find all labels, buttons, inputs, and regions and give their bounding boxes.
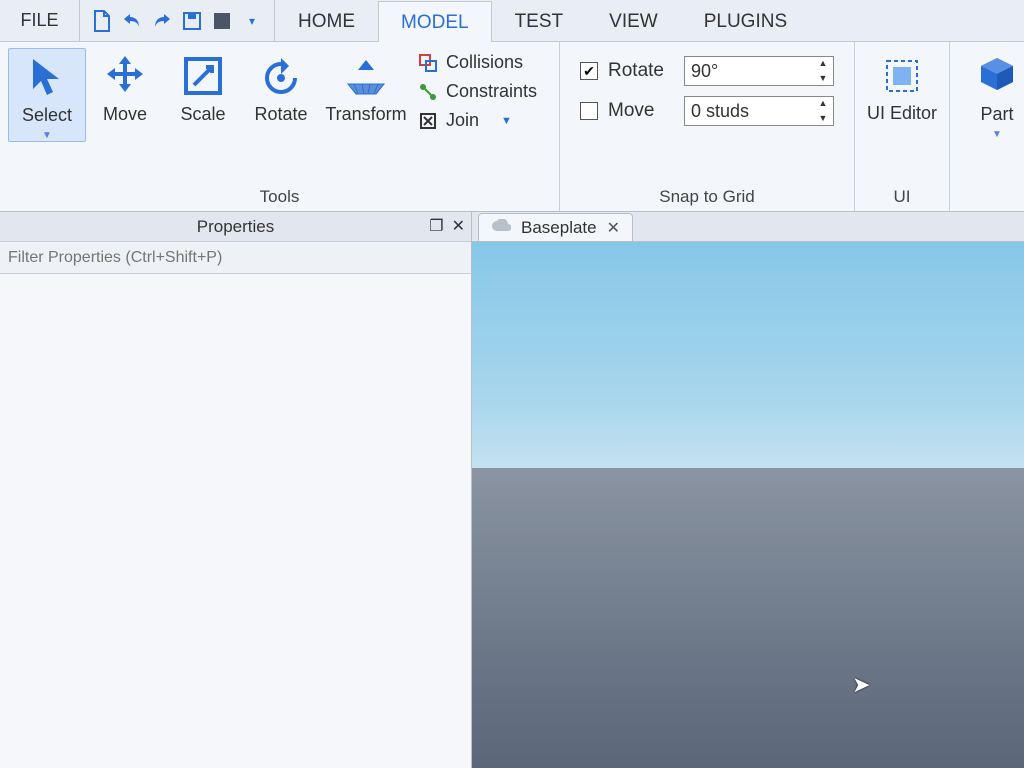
ui-editor-button[interactable]: UI Editor xyxy=(863,48,941,124)
rotate-snap-label: Rotate xyxy=(608,60,674,82)
transform-label: Transform xyxy=(325,104,406,125)
stop-icon[interactable] xyxy=(210,9,234,33)
undock-icon[interactable]: ❐ xyxy=(429,216,443,236)
collisions-label: Collisions xyxy=(446,52,523,73)
scale-tool-button[interactable]: Scale xyxy=(164,48,242,125)
join-toggle[interactable]: Join ▼ xyxy=(418,110,537,131)
cloud-icon xyxy=(491,218,511,238)
quick-access-toolbar: ▾ xyxy=(80,0,275,41)
cursor-icon xyxy=(23,53,71,101)
move-snap-checkbox[interactable] xyxy=(580,102,598,120)
undo-icon[interactable] xyxy=(120,9,144,33)
close-icon[interactable]: ✕ xyxy=(452,216,465,236)
viewport-area: Baseplate ✕ ➤ xyxy=(472,212,1024,768)
tab-model[interactable]: MODEL xyxy=(378,1,492,42)
work-area: Properties ❐ ✕ Baseplate ✕ xyxy=(0,212,1024,768)
part-label: Part xyxy=(980,104,1013,125)
constraints-icon xyxy=(418,82,438,102)
move-icon xyxy=(101,52,149,100)
top-bar: FILE ▾ HOME MODEL TEST VIEW PLUGIN xyxy=(0,0,1024,42)
spin-down-icon[interactable]: ▼ xyxy=(815,114,831,123)
tab-plugins[interactable]: PLUGINS xyxy=(681,0,810,41)
rotate-snap-value: 90° xyxy=(691,61,718,82)
close-icon[interactable]: ✕ xyxy=(607,218,620,238)
select-label: Select xyxy=(22,105,72,126)
scale-icon xyxy=(179,52,227,100)
move-snap-row: Move 0 studs ▲ ▼ xyxy=(580,96,834,126)
spin-up-icon[interactable]: ▲ xyxy=(815,59,831,68)
move-tool-button[interactable]: Move xyxy=(86,48,164,125)
rotate-label: Rotate xyxy=(254,104,307,125)
join-icon xyxy=(418,111,438,131)
chevron-down-icon: ▼ xyxy=(42,130,52,141)
transform-icon xyxy=(342,52,390,100)
ribbon-group-tools: Select ▼ Move Scale xyxy=(0,42,560,211)
select-tool-button[interactable]: Select ▼ xyxy=(8,48,86,142)
properties-filter-input[interactable] xyxy=(8,249,463,267)
rotate-tool-button[interactable]: Rotate xyxy=(242,48,320,125)
ui-editor-label: UI Editor xyxy=(867,104,937,124)
ribbon-group-snap: ✔ Rotate 90° ▲ ▼ Move 0 studs ▲ ▼ xyxy=(560,42,855,211)
transform-tool-button[interactable]: Transform xyxy=(320,48,412,125)
viewport-tab-baseplate[interactable]: Baseplate ✕ xyxy=(478,213,633,241)
spin-down-icon[interactable]: ▼ xyxy=(815,74,831,83)
collisions-toggle[interactable]: Collisions xyxy=(418,52,537,73)
move-snap-label: Move xyxy=(608,100,674,122)
spin-up-icon[interactable]: ▲ xyxy=(815,99,831,108)
collisions-icon xyxy=(418,53,438,73)
tools-group-label: Tools xyxy=(8,183,551,209)
app-window: FILE ▾ HOME MODEL TEST VIEW PLUGIN xyxy=(0,0,1024,768)
move-snap-value: 0 studs xyxy=(691,101,749,122)
scale-label: Scale xyxy=(180,104,225,125)
viewport-tabs: Baseplate ✕ xyxy=(472,212,1024,242)
constraints-label: Constraints xyxy=(446,81,537,102)
properties-titlebar: Properties ❐ ✕ xyxy=(0,212,471,242)
chevron-down-icon: ▼ xyxy=(992,129,1002,140)
part-icon xyxy=(973,52,1021,100)
tab-test[interactable]: TEST xyxy=(492,0,587,41)
rotate-icon xyxy=(257,52,305,100)
viewport-baseplate xyxy=(472,468,1024,768)
qat-dropdown-icon[interactable]: ▾ xyxy=(240,9,264,33)
viewport-3d[interactable]: ➤ xyxy=(472,242,1024,768)
save-icon[interactable] xyxy=(180,9,204,33)
redo-icon[interactable] xyxy=(150,9,174,33)
tab-view[interactable]: VIEW xyxy=(586,0,681,41)
ribbon: Select ▼ Move Scale xyxy=(0,42,1024,212)
ribbon-tabs: HOME MODEL TEST VIEW PLUGINS xyxy=(275,0,810,41)
tab-home[interactable]: HOME xyxy=(275,0,378,41)
properties-panel: Properties ❐ ✕ xyxy=(0,212,472,768)
join-label: Join xyxy=(446,110,479,131)
properties-title: Properties xyxy=(0,217,471,237)
snap-group-label: Snap to Grid xyxy=(568,183,846,209)
rotate-snap-row: ✔ Rotate 90° ▲ ▼ xyxy=(580,56,834,86)
ribbon-group-part: Part ▼ xyxy=(950,42,1024,211)
chevron-down-icon: ▼ xyxy=(501,115,512,127)
move-snap-input[interactable]: 0 studs ▲ ▼ xyxy=(684,96,834,126)
ribbon-group-ui: UI Editor UI xyxy=(855,42,950,211)
move-label: Move xyxy=(103,104,147,125)
rotate-snap-input[interactable]: 90° ▲ ▼ xyxy=(684,56,834,86)
file-menu-button[interactable]: FILE xyxy=(0,0,80,41)
part-button[interactable]: Part ▼ xyxy=(958,48,1024,140)
ui-group-label: UI xyxy=(863,183,941,209)
properties-body xyxy=(0,274,471,768)
rotate-snap-checkbox[interactable]: ✔ xyxy=(580,62,598,80)
ui-editor-icon xyxy=(878,52,926,100)
new-file-icon[interactable] xyxy=(90,9,114,33)
viewport-tab-label: Baseplate xyxy=(521,218,597,238)
tool-toggles: Collisions Constraints Join ▼ xyxy=(412,48,547,131)
properties-filter xyxy=(0,242,471,274)
constraints-toggle[interactable]: Constraints xyxy=(418,81,537,102)
